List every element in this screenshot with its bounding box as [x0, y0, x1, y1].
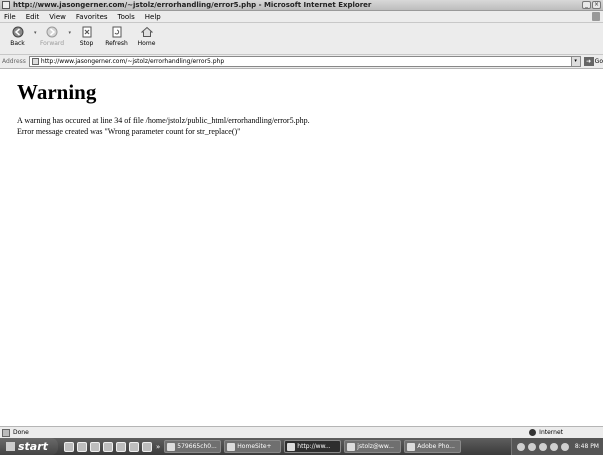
stop-icon	[81, 26, 93, 38]
ie-icon	[287, 442, 296, 451]
system-tray: 8:48 PM	[510, 438, 603, 455]
taskbar-item[interactable]: 579665ch0...	[164, 440, 222, 453]
go-button[interactable]: Go	[595, 58, 603, 65]
taskbar: start » 579665ch0... HomeSite+ http://ww…	[0, 438, 603, 455]
security-zone-label: Internet	[539, 429, 563, 436]
taskbar-item[interactable]: HomeSite+	[224, 440, 282, 453]
start-label: start	[18, 440, 48, 453]
taskbar-item-label: http://ww...	[297, 443, 331, 450]
forward-arrow-icon	[46, 26, 58, 38]
tray-icon[interactable]	[549, 442, 558, 451]
forward-dropdown-icon[interactable]: ▾	[69, 30, 72, 36]
address-input[interactable]: http://www.jasongerner.com/~jstolz/error…	[28, 56, 581, 67]
title-bar: http://www.jasongerner.com/~jstolz/error…	[0, 0, 603, 11]
back-button[interactable]: Back	[4, 23, 31, 47]
address-label: Address	[2, 58, 26, 65]
quick-launch-icon[interactable]	[142, 441, 152, 452]
refresh-button[interactable]: Refresh	[103, 23, 130, 47]
ie-page-icon	[2, 1, 10, 9]
stop-label: Stop	[79, 40, 94, 47]
menu-bar: File Edit View Favorites Tools Help	[0, 11, 603, 23]
address-value: http://www.jasongerner.com/~jstolz/error…	[40, 58, 225, 65]
taskbar-item[interactable]: jstolz@ww...	[344, 440, 402, 453]
status-bar: Done Internet	[0, 426, 603, 438]
page-content: Warning A warning has occured at line 34…	[0, 70, 603, 426]
taskbar-item-label: HomeSite+	[237, 443, 272, 450]
back-arrow-icon	[12, 26, 24, 38]
error-message: Error message created was "Wrong paramet…	[17, 127, 241, 136]
tray-icon[interactable]	[516, 442, 525, 451]
refresh-label: Refresh	[105, 40, 128, 47]
menu-favorites[interactable]: Favorites	[72, 13, 114, 21]
standard-toolbar: Back ▾ Forward ▾ Stop Refresh Home	[0, 23, 603, 55]
tray-icon[interactable]	[527, 442, 536, 451]
quick-launch-overflow[interactable]: »	[156, 443, 160, 451]
quick-launch-icon[interactable]	[129, 441, 139, 452]
taskbar-item-active[interactable]: http://ww...	[284, 440, 342, 453]
tray-icon[interactable]	[538, 442, 547, 451]
taskbar-item[interactable]: Adobe Pho...	[404, 440, 462, 453]
quick-launch	[64, 441, 152, 452]
address-dropdown-icon[interactable]: ▾	[570, 57, 580, 66]
start-button[interactable]: start	[0, 438, 58, 455]
quick-launch-icon[interactable]	[77, 441, 87, 452]
clock[interactable]: 8:48 PM	[575, 443, 599, 450]
back-label: Back	[10, 40, 25, 47]
warning-message: A warning has occured at line 34 of file…	[17, 116, 310, 125]
stop-button[interactable]: Stop	[73, 23, 100, 47]
home-label: Home	[137, 40, 156, 47]
taskbar-item-label: 579665ch0...	[177, 443, 217, 450]
document-icon	[167, 442, 176, 451]
photoshop-icon	[407, 442, 416, 451]
address-bar: Address http://www.jasongerner.com/~jsto…	[0, 55, 603, 69]
windows-flag-icon	[6, 442, 15, 451]
internet-zone-icon	[529, 429, 537, 436]
refresh-icon	[111, 26, 123, 38]
menu-tools[interactable]: Tools	[114, 13, 141, 21]
menu-file[interactable]: File	[0, 13, 22, 21]
quick-launch-icon[interactable]	[103, 441, 113, 452]
menu-edit[interactable]: Edit	[22, 13, 46, 21]
quick-launch-icon[interactable]	[64, 441, 74, 452]
home-icon	[140, 26, 153, 38]
taskbar-item-label: Adobe Pho...	[417, 443, 455, 450]
taskbar-item-label: jstolz@ww...	[357, 443, 394, 450]
minimize-button[interactable]: _	[582, 1, 591, 9]
quick-launch-icon[interactable]	[116, 441, 126, 452]
page-icon	[31, 58, 39, 65]
mail-icon	[347, 442, 356, 451]
window-title: http://www.jasongerner.com/~jstolz/error…	[13, 1, 372, 9]
windows-logo-icon	[592, 12, 600, 21]
menu-view[interactable]: View	[45, 13, 72, 21]
back-dropdown-icon[interactable]: ▾	[34, 30, 37, 36]
quick-launch-icon[interactable]	[90, 441, 100, 452]
page-heading: Warning	[17, 80, 97, 104]
done-page-icon	[2, 428, 10, 437]
menu-help[interactable]: Help	[141, 13, 167, 21]
status-text: Done	[13, 429, 29, 436]
home-button[interactable]: Home	[133, 23, 160, 47]
homesite-icon	[227, 442, 236, 451]
close-button[interactable]: ×	[592, 1, 601, 9]
forward-button[interactable]: Forward	[39, 23, 66, 47]
volume-icon[interactable]	[560, 442, 569, 451]
forward-label: Forward	[39, 40, 65, 47]
go-arrow-icon[interactable]: ➜	[583, 57, 594, 66]
